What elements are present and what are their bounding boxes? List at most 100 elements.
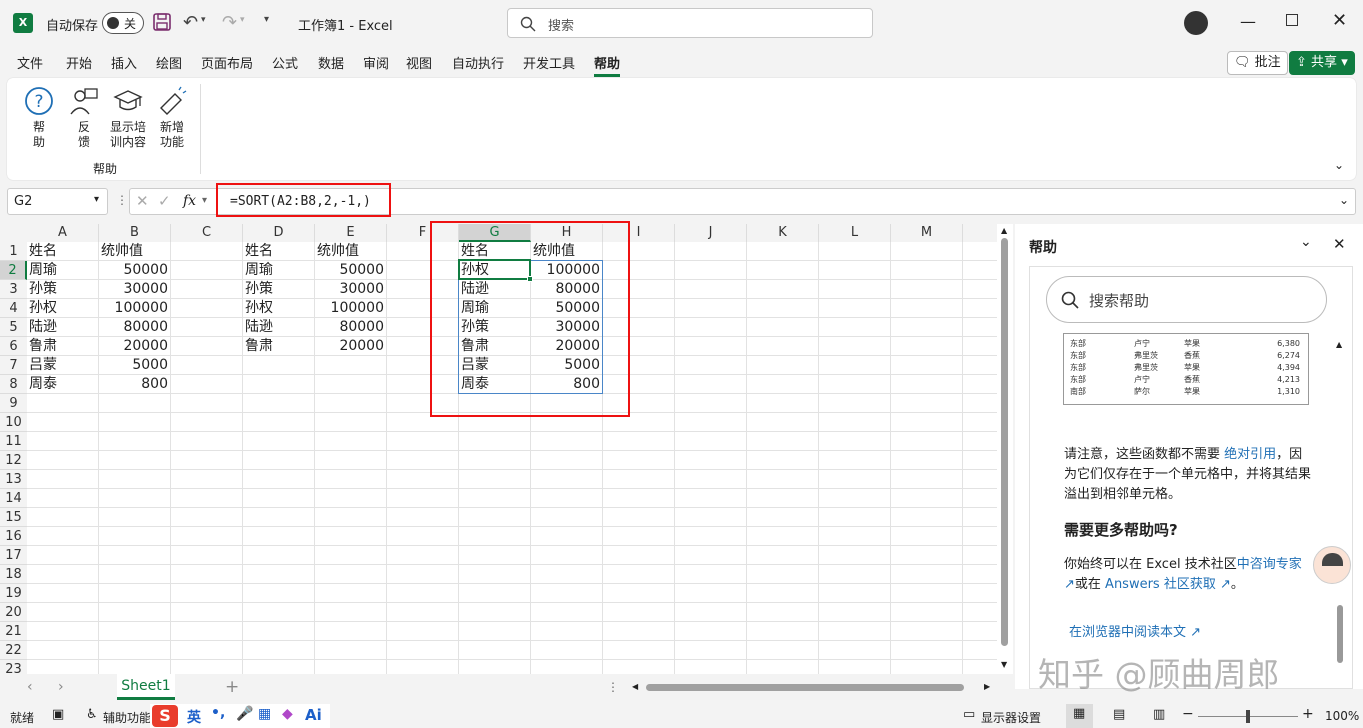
cell-E6[interactable]: 20000 [317, 337, 384, 356]
row-header-12[interactable]: 12 [0, 451, 27, 470]
zoom-in-icon[interactable]: + [1302, 706, 1314, 722]
save-icon[interactable] [153, 13, 171, 31]
zoom-slider-thumb[interactable] [1246, 710, 1250, 723]
row-header-1[interactable]: 1 [0, 242, 27, 261]
horizontal-scroll-thumb[interactable] [646, 684, 964, 691]
row-header-19[interactable]: 19 [0, 584, 27, 603]
row-header-17[interactable]: 17 [0, 546, 27, 565]
cell-B5[interactable]: 80000 [101, 318, 168, 337]
function-dropdown-icon[interactable]: ▾ [202, 195, 207, 206]
cell-B7[interactable]: 5000 [101, 356, 168, 375]
accessibility-icon[interactable]: ♿ [86, 707, 98, 722]
row-header-13[interactable]: 13 [0, 470, 27, 489]
column-header-M[interactable]: M [891, 224, 963, 242]
cell-D2[interactable]: 周瑜 [245, 261, 312, 280]
cell-D3[interactable]: 孙策 [245, 280, 312, 299]
expand-formula-icon[interactable]: ⌄ [1339, 193, 1349, 207]
row-header-22[interactable]: 22 [0, 641, 27, 660]
sogou-icon[interactable]: S [152, 705, 178, 727]
add-sheet-icon[interactable]: + [225, 677, 239, 697]
vertical-scrollbar[interactable]: ▲ ▼ [998, 224, 1012, 676]
search-box[interactable]: 搜索 [507, 8, 873, 38]
column-header-L[interactable]: L [819, 224, 891, 242]
cell-D5[interactable]: 陆逊 [245, 318, 312, 337]
row-header-14[interactable]: 14 [0, 489, 27, 508]
scroll-down-icon[interactable]: ▼ [1001, 660, 1007, 669]
row-header-2[interactable]: 2 [0, 261, 27, 280]
redo-dropdown-icon[interactable]: ▾ [240, 15, 245, 25]
select-all-corner[interactable] [0, 224, 27, 242]
tab-9[interactable]: 自动执行 [452, 53, 504, 72]
undo-icon[interactable]: ↶ [183, 12, 198, 33]
cancel-icon[interactable]: ✕ [136, 192, 149, 210]
collapse-ribbon-icon[interactable]: ⌄ [1334, 158, 1344, 172]
column-header-A[interactable]: A [27, 224, 99, 242]
pane-scrollbar[interactable]: ▲ [1333, 340, 1347, 688]
row-header-15[interactable]: 15 [0, 508, 27, 527]
customize-toolbar-icon[interactable]: ▾ [264, 14, 269, 25]
tab-11[interactable]: 帮助 [594, 53, 621, 77]
row-header-21[interactable]: 21 [0, 622, 27, 641]
cell-A5[interactable]: 陆逊 [29, 318, 96, 337]
undo-dropdown-icon[interactable]: ▾ [201, 15, 206, 25]
tab-5[interactable]: 公式 [272, 53, 298, 72]
tab-3[interactable]: 绘图 [156, 53, 182, 72]
page-break-view-icon[interactable]: ▥ [1153, 707, 1165, 722]
cell-B6[interactable]: 20000 [101, 337, 168, 356]
cell-D6[interactable]: 鲁肃 [245, 337, 312, 356]
cell-A2[interactable]: 周瑜 [29, 261, 96, 280]
column-header-B[interactable]: B [99, 224, 171, 242]
punctuation-icon[interactable]: •, [211, 705, 225, 721]
row-header-11[interactable]: 11 [0, 432, 27, 451]
ime-toolbar[interactable]: S 英 •, 🎤 ▦ ◆ Ai [150, 704, 330, 728]
cell-A8[interactable]: 周泰 [29, 375, 96, 394]
cell-E3[interactable]: 30000 [317, 280, 384, 299]
cell-E4[interactable]: 100000 [317, 299, 384, 318]
feedback-button[interactable]: 反 馈 [64, 86, 104, 150]
row-header-6[interactable]: 6 [0, 337, 27, 356]
scroll-left-icon[interactable]: ◀ [632, 682, 638, 691]
read-in-browser-link[interactable]: 在浏览器中阅读本文 ↗ [1069, 621, 1201, 640]
ai-icon[interactable]: Ai [305, 706, 322, 724]
cell-B4[interactable]: 100000 [101, 299, 168, 318]
row-header-18[interactable]: 18 [0, 565, 27, 584]
more-options-icon[interactable]: ⋮ [116, 193, 128, 207]
display-settings-icon[interactable]: ▭ [963, 707, 975, 722]
prev-sheet-icon[interactable]: ‹ [27, 679, 33, 695]
row-header-5[interactable]: 5 [0, 318, 27, 337]
cell-A6[interactable]: 鲁肃 [29, 337, 96, 356]
close-icon[interactable]: ✕ [1332, 10, 1347, 31]
column-header-D[interactable]: D [243, 224, 315, 242]
cell-E1[interactable]: 统帅值 [317, 242, 384, 261]
macro-record-icon[interactable]: ▣ [52, 707, 64, 722]
cell-D4[interactable]: 孙权 [245, 299, 312, 318]
next-sheet-icon[interactable]: › [58, 679, 64, 695]
avatar[interactable] [1184, 11, 1208, 35]
ime-language[interactable]: 英 [187, 707, 201, 727]
pane-options-icon[interactable]: ⌄ [1300, 234, 1312, 250]
tab-4[interactable]: 页面布局 [201, 53, 253, 72]
tab-2[interactable]: 插入 [111, 53, 137, 72]
zoom-level[interactable]: 100% [1325, 709, 1359, 723]
accessibility-label[interactable]: 辅助功能 [103, 709, 151, 726]
cell-E2[interactable]: 50000 [317, 261, 384, 280]
whats-new-button[interactable]: 新增 功能 [152, 86, 192, 150]
assistant-avatar-icon[interactable] [1313, 546, 1351, 584]
page-layout-view-icon[interactable]: ▤ [1113, 707, 1125, 722]
row-header-4[interactable]: 4 [0, 299, 27, 318]
row-header-3[interactable]: 3 [0, 280, 27, 299]
cell-D1[interactable]: 姓名 [245, 242, 312, 261]
cell-B2[interactable]: 50000 [101, 261, 168, 280]
cell-A7[interactable]: 吕蒙 [29, 356, 96, 375]
tab-1[interactable]: 开始 [66, 53, 92, 72]
vertical-scroll-thumb[interactable] [1001, 238, 1008, 646]
row-header-7[interactable]: 7 [0, 356, 27, 375]
cell-E5[interactable]: 80000 [317, 318, 384, 337]
tab-options-icon[interactable]: ⋮ [607, 680, 619, 694]
ask-expert-link[interactable]: 中咨询专家 [1237, 557, 1302, 572]
help-button[interactable]: ? 帮 助 [19, 86, 59, 150]
cell-B3[interactable]: 30000 [101, 280, 168, 299]
normal-view-button[interactable]: ▦ [1066, 704, 1093, 728]
tab-7[interactable]: 审阅 [363, 53, 389, 72]
pane-scroll-thumb[interactable] [1337, 605, 1343, 663]
